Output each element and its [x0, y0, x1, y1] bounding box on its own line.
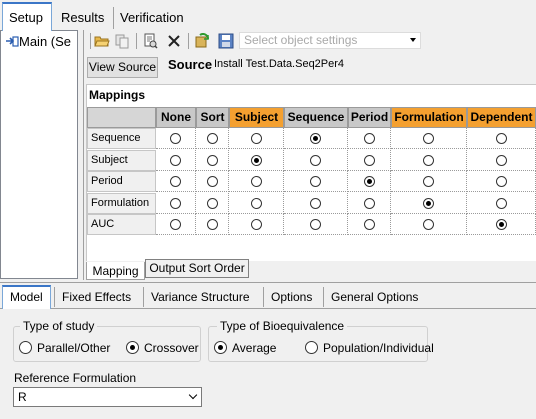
reference-formulation-value: R — [18, 390, 27, 404]
mapping-radio[interactable] — [310, 133, 321, 144]
tab-setup[interactable]: Setup — [2, 2, 52, 31]
population-individual-label: Population/Individual — [323, 341, 434, 355]
mapping-radio[interactable] — [251, 133, 262, 144]
mapping-radio[interactable] — [310, 155, 321, 166]
view-source-button[interactable]: View Source — [87, 57, 158, 78]
bioequivalence-title: Type of Bioequivalence — [217, 319, 348, 333]
mapping-radio[interactable] — [207, 176, 218, 187]
mapping-radio[interactable] — [423, 176, 434, 187]
column-header: Sequence — [284, 107, 348, 128]
toolbar-separator — [188, 33, 189, 49]
mapping-radio[interactable] — [310, 219, 321, 230]
mapping-radio[interactable] — [251, 155, 262, 166]
tab-verification[interactable]: Verification — [113, 7, 190, 29]
mapping-radio[interactable] — [170, 198, 181, 209]
source-value: Install Test.Data.Seq2Per4 — [214, 58, 345, 70]
mapping-radio[interactable] — [423, 133, 434, 144]
copy-icon[interactable] — [114, 33, 130, 49]
tab-mapping[interactable]: Mapping — [86, 262, 145, 280]
toolbar-separator — [136, 33, 137, 49]
parallel-label: Parallel/Other — [37, 341, 111, 355]
mapping-radio[interactable] — [251, 176, 262, 187]
mapping-radio[interactable] — [170, 133, 181, 144]
type-of-study-title: Type of study — [20, 319, 98, 333]
mapping-radio[interactable] — [423, 198, 434, 209]
crossover-radio[interactable] — [126, 341, 139, 354]
average-label: Average — [232, 341, 277, 355]
mapping-radio[interactable] — [170, 155, 181, 166]
mappings-title: Mappings — [89, 88, 145, 102]
mapping-radio[interactable] — [251, 219, 262, 230]
row-header: Subject — [87, 150, 156, 171]
column-header: Subject — [229, 107, 284, 128]
refresh-icon[interactable] — [194, 33, 210, 49]
mapping-radio[interactable] — [364, 176, 375, 187]
object-settings-placeholder: Select object settings — [244, 33, 358, 47]
mapping-radio[interactable] — [170, 219, 181, 230]
crossover-label: Crossover — [144, 341, 199, 355]
tab-fixed-effects[interactable]: Fixed Effects — [54, 287, 138, 307]
mapping-radio[interactable] — [496, 155, 507, 166]
mapping-radio[interactable] — [423, 219, 434, 230]
delete-icon[interactable] — [166, 33, 182, 49]
reference-formulation-label: Reference Formulation — [14, 371, 137, 385]
object-settings-select[interactable]: Select object settings — [239, 32, 421, 49]
column-header: None — [156, 107, 196, 128]
row-header: Formulation — [87, 193, 156, 214]
mapping-radio[interactable] — [207, 198, 218, 209]
reference-formulation-select[interactable]: R — [13, 387, 202, 407]
tab-output-sort-order[interactable]: Output Sort Order — [145, 259, 249, 278]
save-icon[interactable] — [218, 33, 234, 49]
mapping-radio[interactable] — [207, 133, 218, 144]
row-header: AUC — [87, 214, 156, 235]
mapping-radio[interactable] — [496, 219, 507, 230]
source-label: Source — [168, 57, 213, 72]
mapping-radio[interactable] — [364, 133, 375, 144]
mapping-radio[interactable] — [251, 198, 262, 209]
workflow-icon — [5, 35, 19, 51]
mapping-radio[interactable] — [364, 219, 375, 230]
tree-node-main[interactable]: Main (Se — [5, 34, 71, 51]
tab-results[interactable]: Results — [55, 6, 110, 30]
row-header: Sequence — [87, 128, 156, 149]
mapping-radio[interactable] — [423, 155, 434, 166]
column-header: Period — [348, 107, 391, 128]
mapping-radio[interactable] — [207, 155, 218, 166]
average-radio[interactable] — [214, 341, 227, 354]
tree-node-label: Main (Se — [19, 34, 72, 49]
column-header: Dependent — [467, 107, 536, 128]
column-header: Sort — [196, 107, 229, 128]
mapping-radio[interactable] — [364, 198, 375, 209]
toolbar-separator — [90, 33, 91, 49]
object-tree[interactable]: Main (Se — [0, 30, 78, 279]
tab-general-options[interactable]: General Options — [323, 287, 425, 307]
column-header: Formulation — [391, 107, 467, 128]
grid-corner — [87, 107, 156, 128]
mapping-radio[interactable] — [496, 133, 507, 144]
tab-options[interactable]: Options — [263, 287, 319, 307]
mapping-radio[interactable] — [310, 198, 321, 209]
population-individual-radio[interactable] — [305, 341, 318, 354]
mapping-radio[interactable] — [496, 176, 507, 187]
row-header: Period — [87, 171, 156, 192]
mapping-radio[interactable] — [364, 155, 375, 166]
mapping-radio[interactable] — [207, 219, 218, 230]
open-icon[interactable] — [94, 33, 110, 49]
mapping-radio[interactable] — [496, 198, 507, 209]
import-icon[interactable] — [142, 33, 158, 49]
tab-variance-structure[interactable]: Variance Structure — [143, 287, 257, 307]
mapping-radio[interactable] — [310, 176, 321, 187]
tab-model[interactable]: Model — [2, 285, 51, 309]
chevron-down-icon — [188, 390, 198, 400]
dropdown-arrow-icon — [410, 38, 416, 42]
mapping-radio[interactable] — [170, 176, 181, 187]
divider — [0, 282, 536, 283]
parallel-radio[interactable] — [19, 341, 32, 354]
